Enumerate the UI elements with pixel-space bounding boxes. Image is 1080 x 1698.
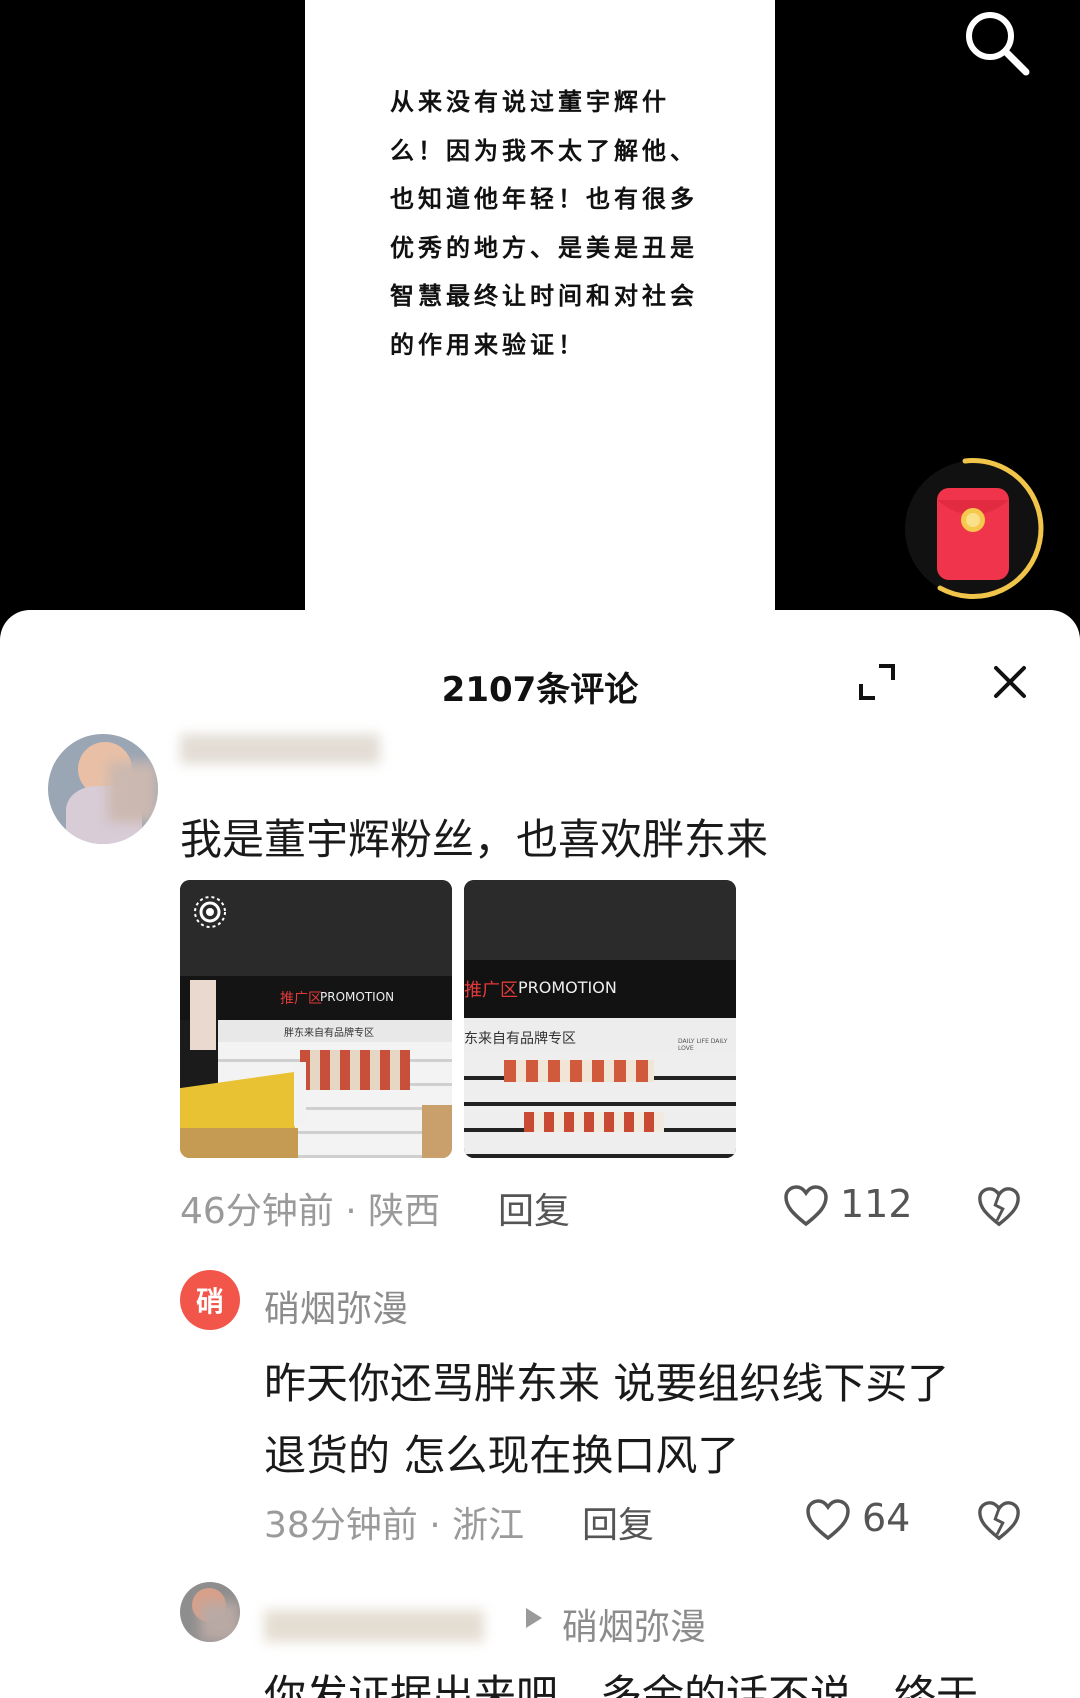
video-text-card: 从来没有说过董宇辉什 么！因为我不太了解他、 也知道他年轻！也有很多 优秀的地方… (305, 0, 775, 640)
video-player[interactable]: 从来没有说过董宇辉什 么！因为我不太了解他、 也知道他年轻！也有很多 优秀的地方… (0, 0, 1080, 640)
expand-icon[interactable] (855, 660, 899, 704)
comments-count-title: 2107条评论 (441, 670, 639, 710)
avatar[interactable] (48, 734, 158, 844)
like-count: 64 (862, 1496, 911, 1540)
username-redacted (264, 1610, 484, 1642)
photo-sign-main: 推广区 (280, 991, 322, 1007)
comment-photo[interactable]: 推广区 PROMOTION 胖东来自有品牌专区 (180, 880, 452, 1158)
reply-button[interactable]: 回复 (582, 1496, 654, 1548)
video-caption-text: 从来没有说过董宇辉什 么！因为我不太了解他、 也知道他年轻！也有很多 优秀的地方… (390, 88, 698, 359)
reply-button[interactable]: 回复 (498, 1182, 570, 1234)
comment-meta: 38分钟前 · 浙江 (264, 1505, 525, 1546)
photo-shelf-label: 胖东来自有品牌专区 (284, 1028, 374, 1039)
comments-sheet: 2107条评论 我是董宇辉粉丝，也喜欢胖东来 推广区 PROMOTION 胖东来… (0, 610, 1080, 1698)
photo-shelf-label: 东来自有品牌专区 (464, 1031, 576, 1047)
like-count: 112 (840, 1182, 913, 1226)
comment-text-line: 退货的 怎么现在换口风了 (264, 1431, 740, 1480)
photo-sign-sub: PROMOTION (518, 978, 617, 997)
broken-heart-icon[interactable] (976, 1498, 1022, 1544)
red-packet-icon[interactable] (900, 456, 1046, 602)
heart-icon[interactable] (782, 1182, 830, 1230)
comment-meta: 46分钟前 · 陕西 (180, 1191, 441, 1232)
photo-shelf-tag: DAILY LIFE DAILY LOVE (678, 1038, 728, 1052)
reply-to-username[interactable]: 硝烟弥漫 (562, 1598, 706, 1650)
search-icon[interactable] (960, 6, 1032, 78)
close-icon[interactable] (990, 662, 1030, 702)
comment-text-line: 昨天你还骂胖东来 说要组织线下买了 (264, 1359, 950, 1408)
play-triangle-icon (526, 1608, 542, 1628)
avatar[interactable]: 硝 (180, 1270, 240, 1330)
live-ring-icon (194, 896, 226, 928)
photo-sign-sub: PROMOTION (320, 990, 395, 1004)
comment-text: 你发证据出来吧，多余的话不说，终于 (264, 1671, 979, 1698)
comment-photo[interactable]: 推广区 PROMOTION 东来自有品牌专区 DAILY LIFE DAILY … (464, 880, 736, 1158)
username[interactable]: 硝烟弥漫 (264, 1280, 408, 1332)
photo-sign-main: 推广区 (464, 980, 518, 1001)
avatar[interactable] (180, 1582, 240, 1642)
broken-heart-icon[interactable] (976, 1184, 1022, 1230)
comment-text: 我是董宇辉粉丝，也喜欢胖东来 (180, 815, 769, 864)
username-redacted (180, 734, 380, 764)
heart-icon[interactable] (804, 1496, 852, 1544)
